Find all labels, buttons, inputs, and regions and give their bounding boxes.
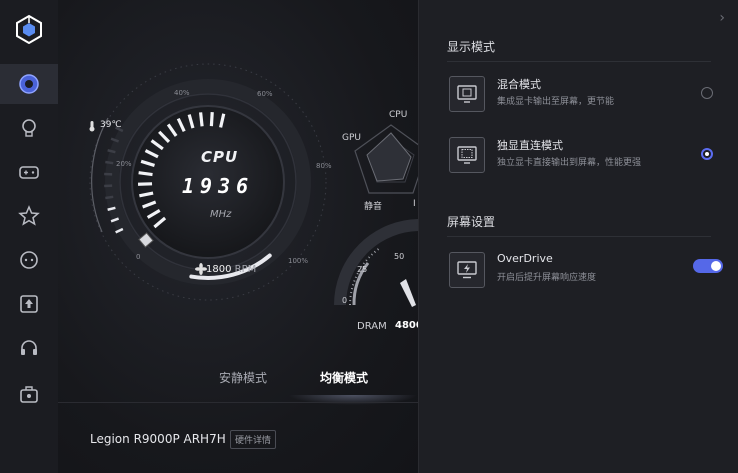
star-icon bbox=[18, 205, 40, 226]
hybrid-mode-radio[interactable] bbox=[701, 87, 713, 99]
sidebar bbox=[0, 0, 59, 473]
tab-balanced-mode[interactable]: 均衡模式 bbox=[320, 369, 368, 386]
tab-quiet-mode[interactable]: 安静模式 bbox=[219, 369, 267, 386]
device-model-name: Legion R9000P ARH7H bbox=[90, 432, 226, 446]
sidebar-item-gaming[interactable] bbox=[0, 152, 58, 192]
active-tab-glow bbox=[288, 395, 418, 405]
sidebar-item-favorites[interactable] bbox=[0, 196, 58, 236]
fan-speed-unit: RPM bbox=[234, 264, 257, 275]
gamepad-icon bbox=[19, 166, 39, 179]
tabs-divider bbox=[58, 402, 418, 403]
app-logo-icon bbox=[14, 14, 44, 45]
frequency-unit: MHz bbox=[210, 209, 232, 220]
sidebar-item-performance[interactable] bbox=[0, 64, 58, 104]
overdrive-toggle[interactable] bbox=[693, 259, 723, 273]
fan-speed-number: 1800 bbox=[206, 264, 232, 275]
section-divider bbox=[447, 236, 711, 237]
upload-icon bbox=[20, 295, 38, 313]
gauge-tick-40: 40% bbox=[174, 89, 190, 97]
cpu-frequency-value: 1936 bbox=[182, 174, 255, 198]
load-segment bbox=[199, 112, 204, 127]
fan-speed-value: 1800 RPM bbox=[206, 264, 256, 275]
sidebar-item-chat[interactable] bbox=[0, 240, 58, 280]
dram-tick-0: 0 bbox=[342, 296, 348, 305]
dgpu-mode-title: 独显直连模式 bbox=[497, 139, 563, 152]
gauge-tick-20: 20% bbox=[116, 160, 132, 168]
hybrid-mode-title: 混合模式 bbox=[497, 78, 541, 91]
radar-label-cpu: CPU bbox=[389, 110, 408, 120]
screen-settings-section-title: 屏幕设置 bbox=[447, 215, 496, 229]
sidebar-item-lighting[interactable] bbox=[0, 108, 58, 148]
overdrive-description: 开启后提升屏幕响应速度 bbox=[497, 273, 597, 283]
dram-label: DRAM bbox=[357, 321, 387, 332]
dgpu-mode-radio[interactable] bbox=[701, 148, 713, 160]
radar-label-quiet: 静音 bbox=[364, 202, 383, 212]
option-dgpu-mode[interactable]: 独显直连模式 独立显卡直接输出到屏幕，性能更强 bbox=[447, 135, 717, 179]
dram-gauge bbox=[334, 219, 418, 307]
chat-bubble-icon bbox=[20, 251, 38, 269]
headset-icon bbox=[21, 340, 37, 355]
display-settings-panel: › 显示模式 混合模式 集成显卡输出至屏幕，更节能 独显直连模式 独立显卡直接输… bbox=[418, 0, 738, 473]
hardware-details-button[interactable]: 硬件详情 bbox=[230, 430, 277, 449]
dram-tick-50: 50 bbox=[394, 252, 405, 261]
gauge-tick-0: 0 bbox=[136, 253, 141, 261]
radar-label-partial: Ⅰ bbox=[413, 199, 416, 209]
section-divider bbox=[447, 61, 711, 62]
load-segment bbox=[138, 171, 153, 177]
hybrid-mode-icon bbox=[449, 76, 485, 112]
gauge-tick-100: 100% bbox=[288, 257, 309, 265]
display-mode-section-title: 显示模式 bbox=[447, 40, 496, 54]
thermometer-icon bbox=[89, 121, 95, 132]
overdrive-title: OverDrive bbox=[497, 252, 553, 265]
sidebar-item-upload[interactable] bbox=[0, 284, 58, 324]
sidebar-item-audio[interactable] bbox=[0, 328, 58, 368]
sidebar-item-toolbox[interactable] bbox=[0, 374, 58, 414]
radar-chart bbox=[354, 124, 418, 194]
radar-label-gpu: GPU bbox=[342, 133, 361, 143]
hybrid-mode-description: 集成显卡输出至屏幕，更节能 bbox=[497, 97, 615, 107]
toolbox-icon bbox=[20, 386, 38, 403]
collapse-panel-chevron-icon[interactable]: › bbox=[719, 10, 725, 26]
gauge-tick-60: 60% bbox=[257, 90, 273, 98]
gauge-label: CPU bbox=[201, 148, 239, 166]
load-segment bbox=[209, 112, 214, 127]
dram-tick-25: 25 bbox=[357, 265, 368, 274]
dgpu-mode-description: 独立显卡直接输出到屏幕，性能更强 bbox=[497, 158, 642, 168]
lightbulb-icon bbox=[22, 119, 36, 137]
monitor-speed-icon bbox=[449, 252, 485, 288]
temperature-segment bbox=[105, 160, 114, 165]
dgpu-mode-icon bbox=[449, 137, 485, 173]
main-dashboard: 39℃ 0 20% 40% 60% 80% 100% CPU 1936 MHz … bbox=[58, 0, 418, 473]
cpu-temperature: 39℃ bbox=[100, 120, 122, 130]
dram-value: 4800 bbox=[395, 320, 418, 331]
gauge-tick-80: 80% bbox=[316, 162, 332, 170]
temperature-segment bbox=[105, 195, 114, 200]
option-overdrive[interactable]: OverDrive 开启后提升屏幕响应速度 bbox=[447, 250, 723, 294]
option-hybrid-mode[interactable]: 混合模式 集成显卡输出至屏幕，更节能 bbox=[447, 74, 717, 118]
performance-dial-icon bbox=[19, 74, 39, 94]
